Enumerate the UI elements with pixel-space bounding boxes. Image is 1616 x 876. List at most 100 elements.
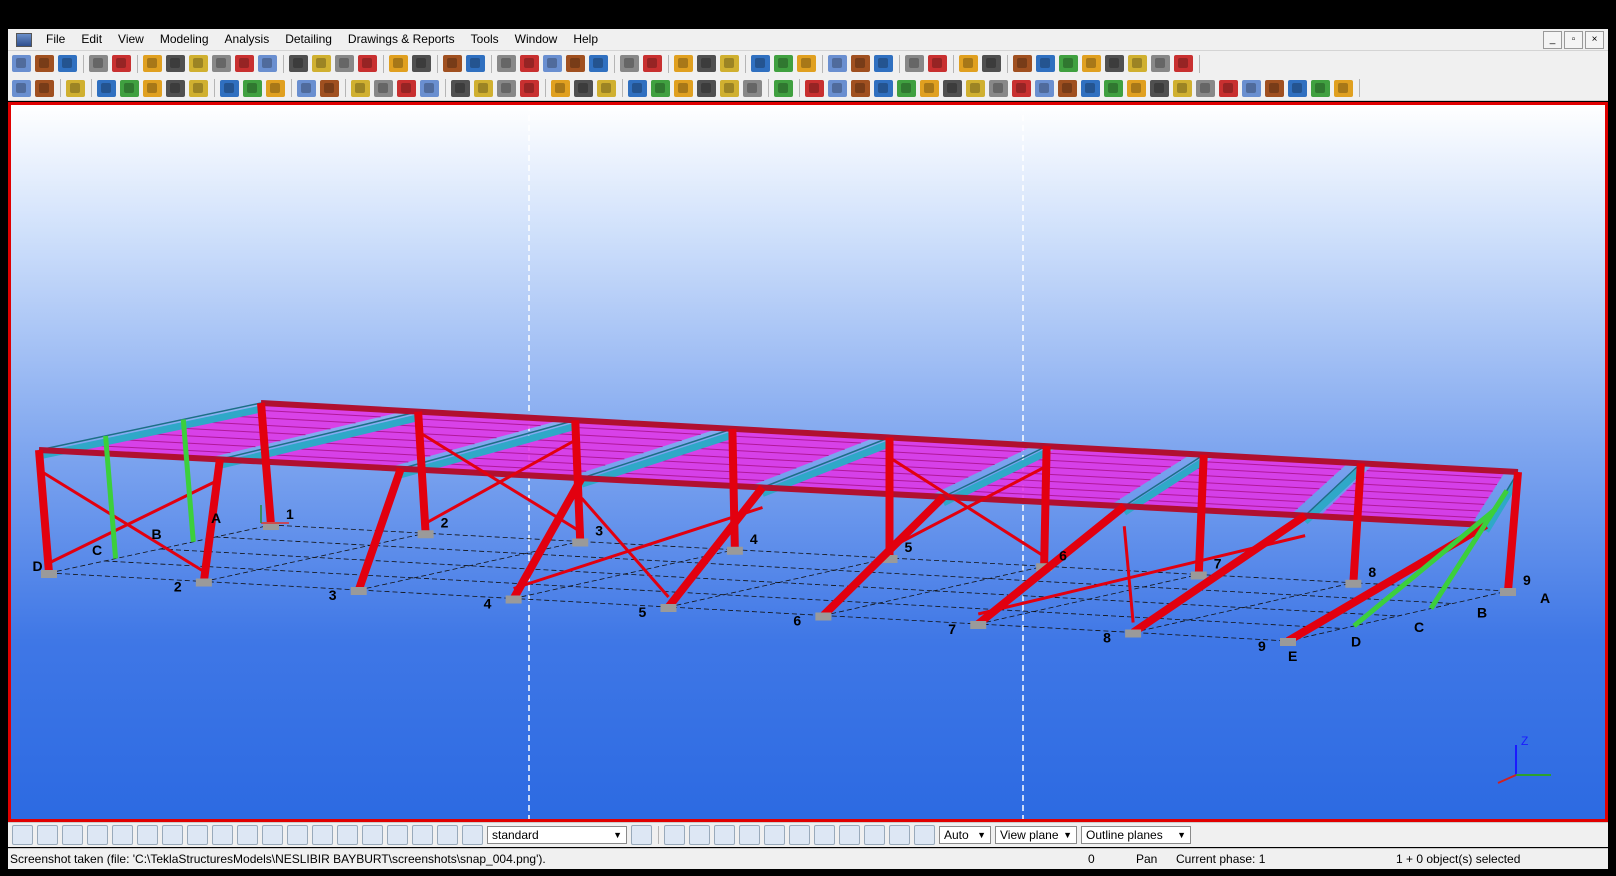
- std-tool-7-icon[interactable]: [166, 55, 185, 72]
- model-tool-35-icon[interactable]: [874, 79, 893, 97]
- std-tool-4-icon[interactable]: [89, 55, 108, 72]
- model-tool-43-icon[interactable]: [1058, 79, 1077, 97]
- std-tool-31-icon[interactable]: [774, 55, 793, 72]
- select-switch-13-icon[interactable]: [312, 825, 333, 845]
- select-switch-10-icon[interactable]: [237, 825, 258, 845]
- model-tool-15-icon[interactable]: [374, 79, 393, 97]
- std-tool-15-icon[interactable]: [358, 55, 377, 72]
- std-tool-5-icon[interactable]: [112, 55, 131, 72]
- std-tool-23-icon[interactable]: [566, 55, 585, 72]
- model-tool-2-icon[interactable]: [35, 79, 54, 97]
- model-tool-32-icon[interactable]: [805, 79, 824, 97]
- std-tool-10-icon[interactable]: [235, 55, 254, 72]
- std-tool-26-icon[interactable]: [643, 55, 662, 72]
- menu-view[interactable]: View: [110, 29, 152, 50]
- model-tool-42-icon[interactable]: [1035, 79, 1054, 97]
- select-switch-2-icon[interactable]: [37, 825, 58, 845]
- snap-switch-7-icon[interactable]: [814, 825, 835, 845]
- model-tool-28-icon[interactable]: [697, 79, 716, 97]
- std-tool-38-icon[interactable]: [959, 55, 978, 72]
- work-plane-dropdown[interactable]: Outline planes ▼: [1081, 826, 1191, 844]
- model-tool-49-icon[interactable]: [1196, 79, 1215, 97]
- snap-switch-4-icon[interactable]: [739, 825, 760, 845]
- model-tool-11-icon[interactable]: [266, 79, 285, 97]
- model-tool-33-icon[interactable]: [828, 79, 847, 97]
- snap-switch-5-icon[interactable]: [764, 825, 785, 845]
- menu-window[interactable]: Window: [507, 29, 566, 50]
- std-tool-8-icon[interactable]: [189, 55, 208, 72]
- model-tool-31-icon[interactable]: [774, 79, 793, 97]
- menu-analysis[interactable]: Analysis: [217, 29, 278, 50]
- snap-switch-6-icon[interactable]: [789, 825, 810, 845]
- menu-detailing[interactable]: Detailing: [277, 29, 340, 50]
- select-switch-17-icon[interactable]: [412, 825, 433, 845]
- plane-mode-dropdown[interactable]: View plane ▼: [995, 826, 1077, 844]
- model-tool-38-icon[interactable]: [943, 79, 962, 97]
- model-tool-25-icon[interactable]: [628, 79, 647, 97]
- snap-switch-3-icon[interactable]: [714, 825, 735, 845]
- select-switch-11-icon[interactable]: [262, 825, 283, 845]
- filter-icon[interactable]: [631, 825, 652, 845]
- model-tool-29-icon[interactable]: [720, 79, 739, 97]
- model-tool-44-icon[interactable]: [1081, 79, 1100, 97]
- model-tool-41-icon[interactable]: [1012, 79, 1031, 97]
- select-switch-12-icon[interactable]: [287, 825, 308, 845]
- std-tool-16-icon[interactable]: [389, 55, 408, 72]
- std-tool-19-icon[interactable]: [466, 55, 485, 72]
- model-tool-34-icon[interactable]: [851, 79, 870, 97]
- std-tool-45-icon[interactable]: [1128, 55, 1147, 72]
- select-switch-6-icon[interactable]: [137, 825, 158, 845]
- restore-button[interactable]: ▫: [1564, 31, 1583, 49]
- menu-drawings-reports[interactable]: Drawings & Reports: [340, 29, 463, 50]
- std-tool-2-icon[interactable]: [35, 55, 54, 72]
- model-tool-14-icon[interactable]: [351, 79, 370, 97]
- std-tool-34-icon[interactable]: [851, 55, 870, 72]
- std-tool-30-icon[interactable]: [751, 55, 770, 72]
- std-tool-41-icon[interactable]: [1036, 55, 1055, 72]
- snap-switch-1-icon[interactable]: [664, 825, 685, 845]
- std-tool-32-icon[interactable]: [797, 55, 816, 72]
- std-tool-25-icon[interactable]: [620, 55, 639, 72]
- select-switch-14-icon[interactable]: [337, 825, 358, 845]
- model-tool-40-icon[interactable]: [989, 79, 1008, 97]
- snap-switch-8-icon[interactable]: [839, 825, 860, 845]
- menu-help[interactable]: Help: [565, 29, 606, 50]
- std-tool-21-icon[interactable]: [520, 55, 539, 72]
- model-tool-45-icon[interactable]: [1104, 79, 1123, 97]
- model-tool-12-icon[interactable]: [297, 79, 316, 97]
- std-tool-17-icon[interactable]: [412, 55, 431, 72]
- model-tool-1-icon[interactable]: [12, 79, 31, 97]
- model-tool-30-icon[interactable]: [743, 79, 762, 97]
- snap-switch-10-icon[interactable]: [889, 825, 910, 845]
- model-tool-7-icon[interactable]: [166, 79, 185, 97]
- model-tool-26-icon[interactable]: [651, 79, 670, 97]
- model-tool-18-icon[interactable]: [451, 79, 470, 97]
- menu-edit[interactable]: Edit: [73, 29, 110, 50]
- menu-modeling[interactable]: Modeling: [152, 29, 217, 50]
- view-filter-dropdown[interactable]: standard ▼: [487, 826, 627, 844]
- std-tool-40-icon[interactable]: [1013, 55, 1032, 72]
- std-tool-27-icon[interactable]: [674, 55, 693, 72]
- std-tool-44-icon[interactable]: [1105, 55, 1124, 72]
- std-tool-46-icon[interactable]: [1151, 55, 1170, 72]
- model-tool-16-icon[interactable]: [397, 79, 416, 97]
- std-tool-37-icon[interactable]: [928, 55, 947, 72]
- select-switch-7-icon[interactable]: [162, 825, 183, 845]
- std-tool-20-icon[interactable]: [497, 55, 516, 72]
- model-tool-55-icon[interactable]: [1334, 79, 1353, 97]
- std-tool-22-icon[interactable]: [543, 55, 562, 72]
- model-tool-3-icon[interactable]: [66, 79, 85, 97]
- model-view[interactable]: 23456789123456789ABCDEABCDEZ: [8, 102, 1608, 822]
- snap-switch-9-icon[interactable]: [864, 825, 885, 845]
- std-tool-47-icon[interactable]: [1174, 55, 1193, 72]
- std-tool-3-icon[interactable]: [58, 55, 77, 72]
- std-tool-33-icon[interactable]: [828, 55, 847, 72]
- select-switch-9-icon[interactable]: [212, 825, 233, 845]
- std-tool-42-icon[interactable]: [1059, 55, 1078, 72]
- model-tool-46-icon[interactable]: [1127, 79, 1146, 97]
- select-switch-16-icon[interactable]: [387, 825, 408, 845]
- structure-model[interactable]: 23456789123456789ABCDEABCDEZ: [11, 105, 1605, 819]
- std-tool-13-icon[interactable]: [312, 55, 331, 72]
- model-tool-6-icon[interactable]: [143, 79, 162, 97]
- snap-mode-dropdown[interactable]: Auto ▼: [939, 826, 991, 844]
